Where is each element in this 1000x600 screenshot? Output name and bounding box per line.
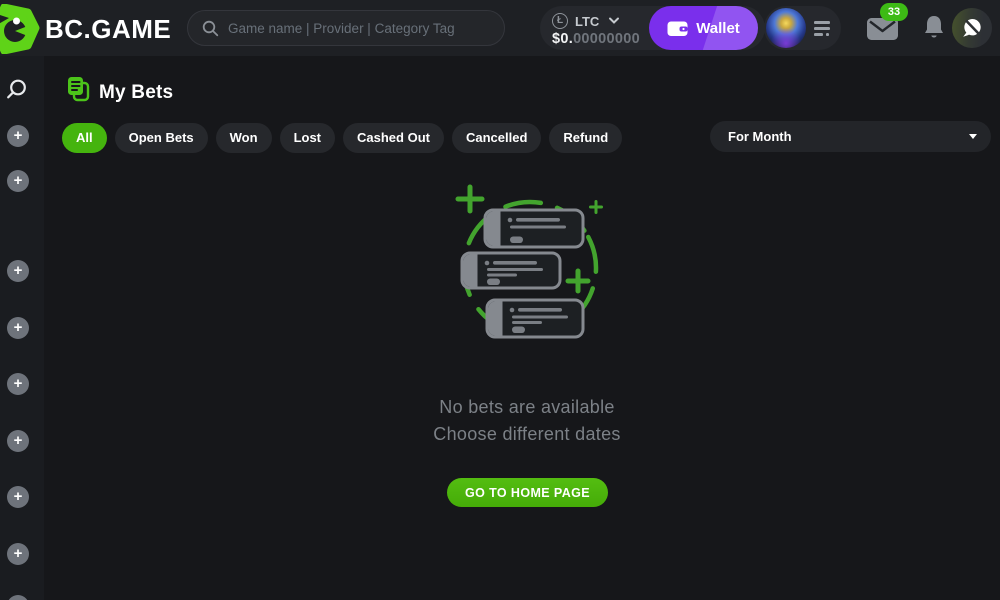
period-dropdown[interactable]: For Month bbox=[710, 121, 991, 152]
currency-code: LTC bbox=[575, 14, 599, 29]
game-search-bar[interactable] bbox=[187, 10, 505, 46]
search-icon bbox=[4, 78, 28, 102]
sidebar-search-button[interactable] bbox=[4, 78, 28, 102]
profile-menu[interactable] bbox=[764, 6, 841, 50]
sidebar-plus-button[interactable]: + bbox=[7, 430, 29, 452]
left-sidebar: + + + + + + + + + bbox=[0, 56, 44, 600]
filter-all[interactable]: All bbox=[62, 123, 107, 153]
empty-bets-illustration bbox=[430, 170, 630, 360]
main-content: My Bets All Open Bets Won Lost Cashed Ou… bbox=[44, 56, 1000, 600]
sidebar-plus-button[interactable]: + bbox=[7, 595, 29, 600]
empty-state-line1: No bets are available bbox=[54, 397, 1000, 418]
caret-down-icon bbox=[969, 134, 977, 139]
filter-open-bets[interactable]: Open Bets bbox=[115, 123, 208, 153]
search-input[interactable] bbox=[228, 21, 490, 36]
filter-cancelled[interactable]: Cancelled bbox=[452, 123, 541, 153]
bet-filter-tabs: All Open Bets Won Lost Cashed Out Cancel… bbox=[62, 123, 622, 153]
litecoin-coin-icon: Ł bbox=[552, 13, 568, 29]
messages-count-badge: 33 bbox=[880, 3, 908, 21]
empty-state-line2: Choose different dates bbox=[54, 424, 1000, 445]
sidebar-plus-button[interactable]: + bbox=[7, 373, 29, 395]
notifications-button[interactable] bbox=[921, 13, 947, 43]
sidebar-plus-button[interactable]: + bbox=[7, 125, 29, 147]
chat-muted-icon bbox=[960, 16, 984, 40]
sidebar-plus-button[interactable]: + bbox=[7, 170, 29, 192]
sidebar-plus-button[interactable]: + bbox=[7, 543, 29, 565]
profile-list-icon bbox=[814, 21, 830, 36]
chevron-down-icon bbox=[608, 17, 620, 25]
app-window: BC.GAME Ł LTC $0.00000000 Wallet bbox=[0, 0, 1000, 600]
wallet-button-label: Wallet bbox=[696, 20, 740, 37]
filter-lost[interactable]: Lost bbox=[280, 123, 335, 153]
filter-won[interactable]: Won bbox=[216, 123, 272, 153]
balance-whole: $0. bbox=[552, 31, 573, 47]
my-bets-icon bbox=[65, 75, 93, 105]
period-dropdown-value: For Month bbox=[728, 121, 792, 152]
chat-toggle-button[interactable] bbox=[952, 8, 992, 48]
bcgame-logo-icon[interactable] bbox=[0, 4, 42, 54]
brand-title[interactable]: BC.GAME bbox=[45, 14, 171, 45]
filter-cashed-out[interactable]: Cashed Out bbox=[343, 123, 444, 153]
avatar[interactable] bbox=[766, 8, 806, 48]
messages-button[interactable]: 33 bbox=[866, 15, 912, 53]
balance-fraction: 00000000 bbox=[573, 31, 640, 47]
wallet-icon bbox=[667, 19, 688, 37]
go-home-button[interactable]: GO TO HOME PAGE bbox=[447, 478, 608, 507]
wallet-balance: $0.00000000 bbox=[552, 31, 640, 47]
filter-refund[interactable]: Refund bbox=[549, 123, 622, 153]
bell-icon bbox=[921, 13, 947, 43]
search-icon bbox=[202, 20, 219, 37]
page-title: My Bets bbox=[99, 82, 173, 104]
sidebar-plus-button[interactable]: + bbox=[7, 486, 29, 508]
sidebar-plus-button[interactable]: + bbox=[7, 260, 29, 282]
wallet-button[interactable]: Wallet bbox=[649, 6, 758, 50]
top-header: BC.GAME Ł LTC $0.00000000 Wallet bbox=[0, 0, 1000, 56]
sidebar-plus-button[interactable]: + bbox=[7, 317, 29, 339]
